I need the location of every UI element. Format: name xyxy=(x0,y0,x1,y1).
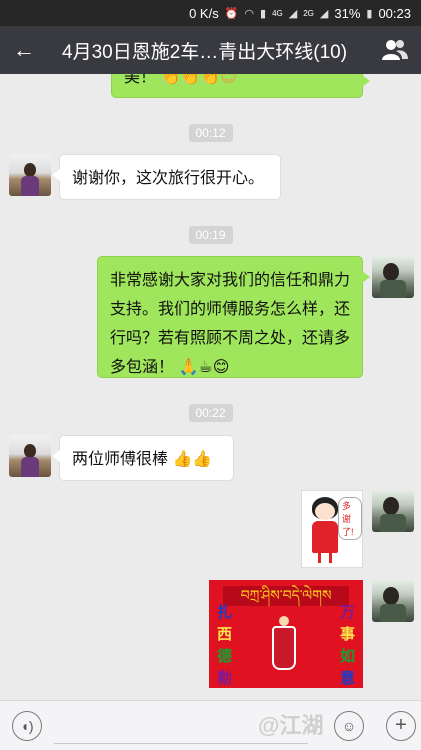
message-bubble-sent[interactable]: 非常感谢大家对我们的信任和鼎力支持。我们的师傅服务怎么样，还行吗？若有照顾不周之… xyxy=(97,256,370,378)
timestamp: 00:22 xyxy=(188,404,233,422)
chat-title: 4月30日恩施2车…青出大环线(10) xyxy=(62,41,348,63)
message-bubble-partial[interactable]: 美！ 👏👏👏😊 xyxy=(111,74,370,98)
avatar[interactable] xyxy=(9,435,51,477)
message-bubble-received[interactable]: 谢谢你，这次旅行很开心。 xyxy=(52,154,281,200)
sticker-text: 多谢了! xyxy=(338,497,362,540)
clap-emoji-icon: 👏👏👏😊 xyxy=(160,74,237,86)
wifi-icon: ◠ xyxy=(244,7,255,20)
message-text: 两位师傅很棒 xyxy=(72,451,169,468)
card-banner: བཀྲ་ཤིས་བདེ་ལེགས xyxy=(223,586,349,606)
message-bubble-received[interactable]: 两位师傅很棒 👍👍 xyxy=(52,435,234,481)
alarm-icon: ⏰ xyxy=(224,7,239,20)
group-members-button[interactable] xyxy=(369,26,421,74)
chat-header: ← 4月30日恩施2车…青出大环线(10) xyxy=(0,26,421,74)
battery-icon: ▮ xyxy=(366,7,373,20)
battery-level: 31% xyxy=(334,5,361,21)
plus-icon: + xyxy=(395,714,407,736)
card-right-text: 万 事 如 意 xyxy=(339,604,355,687)
thank-you-sticker[interactable]: 多谢了! xyxy=(301,490,363,568)
thumbs-up-emoji-icon: 👍👍 xyxy=(172,451,213,468)
sim-icon: ▮ xyxy=(260,7,267,20)
voice-input-button[interactable]: ◖) xyxy=(12,710,42,741)
input-bar: ◖) ☺ + xyxy=(0,700,421,750)
signal-4g: 4G xyxy=(272,8,283,18)
message-text: 非常感谢大家对我们的信任和鼎力支持。我们的师傅服务怎么样，还行吗？若有照顾不周之… xyxy=(110,272,351,376)
greeting-card-image[interactable]: བཀྲ་ཤིས་བདེ་ལེགས 扎 西 德 勒 万 事 如 意 xyxy=(209,580,363,688)
arrow-left-icon: ← xyxy=(13,37,35,62)
dancer-figure xyxy=(269,616,299,680)
message-text-partial: 美！ xyxy=(124,74,157,86)
timestamp: 00:12 xyxy=(188,124,233,142)
signal-icon: ◢ xyxy=(288,7,298,20)
status-bar: 0 K/s ⏰ ◠ ▮ 4G ◢ 2G ◢ 31% ▮ 00:23 xyxy=(0,0,421,26)
back-button[interactable]: ← xyxy=(0,26,48,74)
net-speed: 0 K/s xyxy=(189,5,219,21)
card-left-text: 扎 西 德 勒 xyxy=(217,604,233,687)
smiley-icon: ☺ xyxy=(341,717,357,734)
message-input[interactable] xyxy=(54,708,308,744)
avatar[interactable] xyxy=(372,580,414,622)
clock: 00:23 xyxy=(378,5,411,21)
message-text: 谢谢你，这次旅行很开心。 xyxy=(72,170,265,187)
more-button[interactable]: + xyxy=(386,710,416,741)
emoji-button[interactable]: ☺ xyxy=(334,710,364,741)
signal-icon-2: ◢ xyxy=(319,7,329,20)
emoji-icons: 🙏☕😊 xyxy=(178,359,230,376)
avatar[interactable] xyxy=(372,256,414,298)
avatar[interactable] xyxy=(372,490,414,532)
avatar[interactable] xyxy=(9,154,51,196)
signal-2g: 2G xyxy=(303,8,314,18)
people-icon xyxy=(382,40,408,60)
timestamp: 00:19 xyxy=(188,226,233,244)
voice-icon: ◖) xyxy=(20,717,34,734)
